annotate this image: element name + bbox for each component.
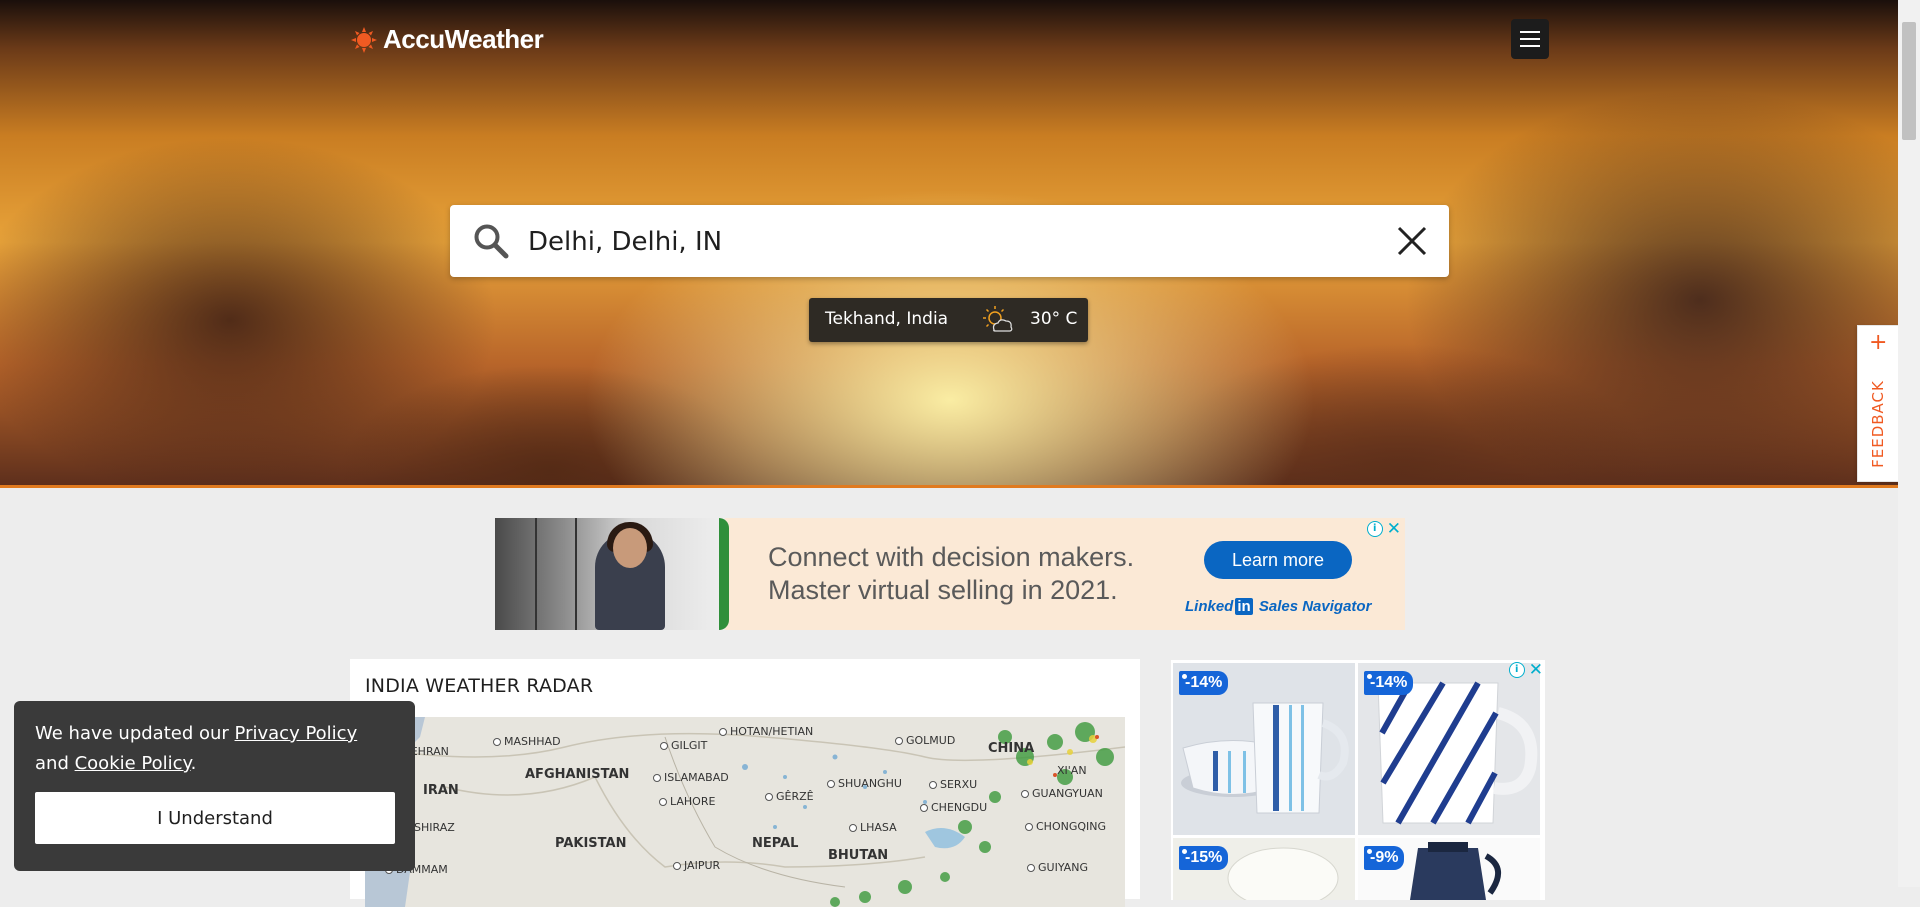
ad-close-icon[interactable]: ✕ bbox=[1387, 521, 1401, 538]
banner-advertisement[interactable]: Connect with decision makers. Master vir… bbox=[495, 518, 1405, 630]
plus-icon: + bbox=[1869, 330, 1888, 355]
map-city-guangyuan: GUANGYUAN bbox=[1021, 787, 1103, 800]
i-understand-button[interactable]: I Understand bbox=[35, 792, 395, 844]
privacy-policy-link[interactable]: Privacy Policy bbox=[235, 723, 358, 744]
map-city-gerze: GÊRZÊ bbox=[765, 790, 814, 803]
ad-product-tile[interactable]: -9% bbox=[1358, 838, 1540, 900]
feedback-tab[interactable]: + FEEDBACK bbox=[1857, 325, 1899, 482]
ad-choices: i ✕ bbox=[1508, 662, 1543, 679]
cookie-message: We have updated our Privacy Policy and C… bbox=[35, 723, 358, 774]
cookie-policy-link[interactable]: Cookie Policy bbox=[75, 753, 191, 774]
map-city-gilgit: GILGIT bbox=[660, 739, 707, 752]
map-city-hotan: HOTAN/HETIAN bbox=[719, 725, 813, 738]
recent-location-name: Tekhand, India bbox=[825, 309, 949, 329]
accuweather-logo[interactable]: AccuWeather bbox=[351, 24, 544, 55]
scrollbar-thumb[interactable] bbox=[1902, 22, 1916, 140]
hamburger-menu-button[interactable] bbox=[1511, 19, 1549, 59]
recent-location-chip[interactable]: Tekhand, India 30° C bbox=[809, 298, 1088, 342]
ad-headline-2: Master virtual selling in 2021. bbox=[768, 575, 1118, 605]
map-city-lahore: LAHORE bbox=[659, 795, 715, 808]
search-icon[interactable] bbox=[472, 222, 510, 260]
map-country-pakistan: PAKISTAN bbox=[555, 836, 627, 851]
map-country-bhutan: BHUTAN bbox=[828, 848, 889, 863]
partly-cloudy-icon bbox=[983, 306, 1013, 332]
map-city-lhasa: LHASA bbox=[849, 821, 897, 834]
map-city-chengdu: CHENGDU bbox=[920, 801, 987, 814]
map-city-xian: XI'AN bbox=[1057, 764, 1087, 777]
page-scrollbar[interactable] bbox=[1898, 0, 1920, 887]
hero-banner: AccuWeather Tekhand, India bbox=[0, 0, 1898, 488]
discount-badge: -9% bbox=[1364, 846, 1405, 870]
discount-badge: -15% bbox=[1179, 846, 1229, 870]
map-city-jaipur: JAIPUR bbox=[673, 859, 720, 872]
ad-headline-1: Connect with decision makers. bbox=[768, 542, 1135, 572]
ad-close-icon[interactable]: ✕ bbox=[1529, 662, 1543, 679]
map-city-islamabad: ISLAMABAD bbox=[653, 771, 729, 784]
radar-title: INDIA WEATHER RADAR bbox=[365, 675, 594, 697]
ad-info-icon[interactable]: i bbox=[1508, 662, 1525, 678]
ad-info-icon[interactable]: i bbox=[1366, 521, 1383, 537]
ad-product-tile[interactable]: -15% bbox=[1173, 838, 1355, 900]
map-city-mashhad: MASHHAD bbox=[493, 735, 561, 748]
map-country-afghanistan: AFGHANISTAN bbox=[525, 767, 630, 782]
ad-choices: i ✕ bbox=[1366, 521, 1401, 538]
hamburger-menu-icon bbox=[1520, 31, 1540, 33]
linkedin-icon: in bbox=[1235, 598, 1253, 615]
recent-location-temperature: 30° C bbox=[1030, 309, 1078, 329]
ad-photo bbox=[495, 518, 725, 630]
map-city-shuanghu: SHUANGHU bbox=[827, 777, 902, 790]
discount-badge: -14% bbox=[1364, 671, 1414, 695]
radar-card: INDIA WEATHER RADAR TEHRAN MASHHAD IRAN … bbox=[350, 659, 1140, 907]
location-search-bar bbox=[450, 205, 1449, 277]
discount-badge: -14% bbox=[1179, 671, 1229, 695]
ad-product-tile[interactable]: -14% bbox=[1173, 663, 1355, 835]
feedback-label: FEEDBACK bbox=[1869, 380, 1887, 468]
cookie-consent-banner: We have updated our Privacy Policy and C… bbox=[14, 701, 415, 871]
location-search-input[interactable] bbox=[526, 219, 1360, 265]
side-advertisement[interactable]: -14% -14% -15% -9% i ✕ bbox=[1171, 660, 1545, 900]
map-country-china: CHINA bbox=[988, 741, 1035, 756]
ad-learn-more-button[interactable]: Learn more bbox=[1204, 541, 1352, 579]
map-country-iran: IRAN bbox=[423, 783, 459, 798]
map-city-guiyang: GUIYANG bbox=[1027, 861, 1088, 874]
ad-brand: Linked in Sales Navigator bbox=[1185, 598, 1372, 615]
map-city-chongqing: CHONGQING bbox=[1025, 820, 1106, 833]
map-city-golmud: GOLMUD bbox=[895, 734, 955, 747]
map-country-nepal: NEPAL bbox=[752, 836, 799, 851]
ad-product-tile[interactable]: -14% bbox=[1358, 663, 1540, 835]
map-city-serxu: SERXU bbox=[929, 778, 977, 791]
brand-name: AccuWeather bbox=[383, 24, 544, 54]
radar-map[interactable]: TEHRAN MASHHAD IRAN AFGHANISTAN GILGIT H… bbox=[365, 717, 1125, 907]
sun-logo-icon bbox=[351, 26, 377, 53]
close-icon[interactable] bbox=[1396, 225, 1428, 257]
